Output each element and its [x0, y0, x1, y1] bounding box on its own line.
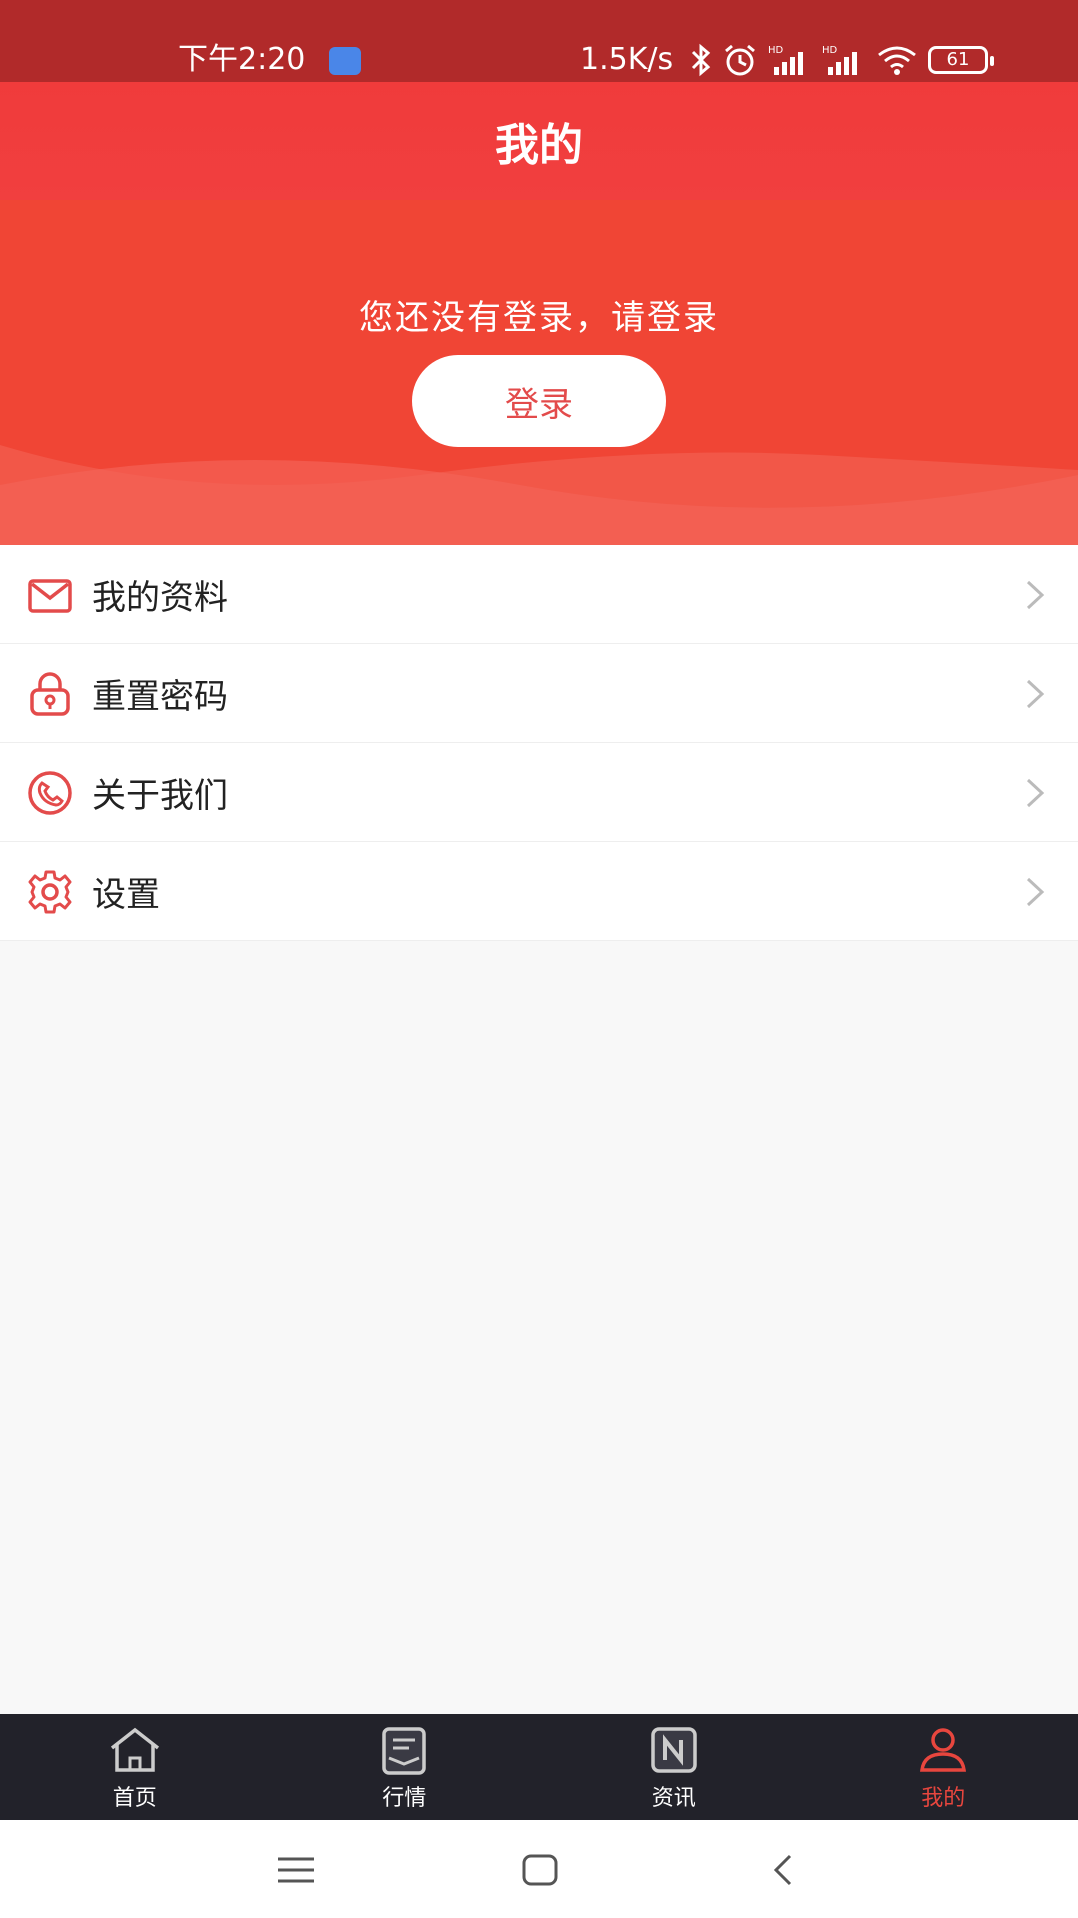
nav-item-home[interactable]: 首页 — [0, 1714, 270, 1820]
menu-item-settings[interactable]: 设置 — [0, 842, 1078, 941]
nav-item-news[interactable]: 资讯 — [539, 1714, 809, 1820]
back-icon[interactable] — [764, 1850, 804, 1890]
status-icons: HD HD 61 — [690, 40, 994, 80]
home-square-icon[interactable] — [520, 1850, 560, 1890]
phone-icon — [28, 771, 72, 815]
lock-icon — [30, 672, 70, 716]
home-icon — [110, 1727, 159, 1772]
menu-item-profile[interactable]: 我的资料 — [0, 545, 1078, 644]
wifi-icon — [878, 46, 916, 75]
network-speed: 1.5K/s — [580, 42, 674, 77]
battery-icon: 61 — [928, 46, 994, 74]
user-icon — [920, 1728, 967, 1772]
svg-text:HD: HD — [822, 45, 838, 56]
nav-label: 行情 — [382, 1786, 427, 1811]
touch-app-icon — [329, 47, 361, 75]
signal-icon: HD — [822, 45, 857, 75]
system-nav-bar — [0, 1820, 1078, 1918]
signal-icon: HD — [768, 45, 803, 75]
chevron-right-icon — [1026, 679, 1045, 709]
chevron-right-icon — [1026, 877, 1045, 907]
news-icon — [651, 1727, 697, 1773]
login-button[interactable]: 登录 — [412, 355, 666, 447]
page-header: 我的 — [0, 82, 1078, 200]
menu-item-reset-password[interactable]: 重置密码 — [0, 644, 1078, 743]
bottom-nav: 首页 行情 资讯 我的 — [0, 1714, 1078, 1820]
svg-text:HD: HD — [768, 45, 784, 56]
status-time: 下午2:20 — [178, 42, 306, 77]
chevron-right-icon — [1026, 580, 1045, 610]
nav-item-mine[interactable]: 我的 — [809, 1714, 1078, 1820]
menu-icon[interactable] — [276, 1850, 316, 1890]
login-banner: 您还没有登录，请登录 登录 — [0, 200, 1078, 545]
nav-label: 资讯 — [651, 1786, 696, 1811]
nav-item-market[interactable]: 行情 — [270, 1714, 540, 1820]
bluetooth-icon — [691, 43, 711, 77]
nav-label: 我的 — [921, 1786, 966, 1811]
market-icon — [382, 1727, 426, 1775]
menu-item-label: 关于我们 — [92, 775, 228, 816]
menu-item-label: 设置 — [92, 874, 160, 915]
menu-item-label: 我的资料 — [92, 577, 228, 618]
mail-icon — [28, 579, 72, 613]
alarm-icon — [725, 44, 755, 76]
nav-label: 首页 — [112, 1786, 157, 1811]
menu-list: 我的资料 重置密码 关于我们 设置 — [0, 545, 1078, 941]
chevron-right-icon — [1026, 778, 1045, 808]
menu-item-about-us[interactable]: 关于我们 — [0, 743, 1078, 842]
status-bar: 下午2:20 1.5K/s HD HD 61 — [0, 0, 1078, 82]
login-prompt: 您还没有登录，请登录 — [359, 298, 719, 338]
page-title: 我的 — [495, 120, 583, 171]
menu-item-label: 重置密码 — [92, 676, 228, 717]
gear-icon — [28, 870, 72, 914]
